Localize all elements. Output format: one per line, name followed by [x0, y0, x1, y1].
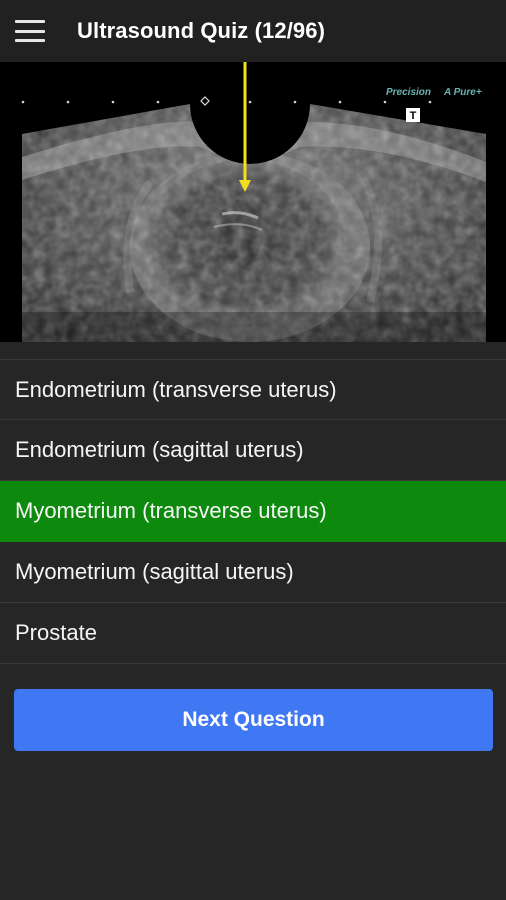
- brand-pure: A Pure+: [443, 87, 482, 98]
- app-bar: Ultrasound Quiz (12/96): [0, 0, 506, 62]
- answer-option-1[interactable]: Endometrium (transverse uterus): [0, 359, 506, 420]
- ultrasound-image: Precision A Pure+ T: [0, 62, 506, 342]
- ultrasound-scan: Precision A Pure+ T: [0, 62, 506, 342]
- menu-bar-middle: [15, 29, 45, 33]
- answer-option-5[interactable]: Prostate: [0, 603, 506, 664]
- page-title: Ultrasound Quiz (12/96): [77, 18, 326, 43]
- menu-bar-bottom: [15, 39, 45, 42]
- menu-bar-top: [15, 20, 45, 23]
- hamburger-menu-icon[interactable]: [15, 20, 45, 42]
- next-question-button[interactable]: Next Question: [14, 689, 493, 751]
- orientation-marker-label: T: [410, 110, 417, 122]
- brand-precision: Precision: [386, 87, 431, 98]
- answer-option-3-correct[interactable]: Myometrium (transverse uterus): [0, 481, 506, 542]
- answer-option-4[interactable]: Myometrium (sagittal uterus): [0, 542, 506, 603]
- answer-option-2[interactable]: Endometrium (sagittal uterus): [0, 420, 506, 481]
- answer-list: Endometrium (transverse uterus) Endometr…: [0, 359, 506, 664]
